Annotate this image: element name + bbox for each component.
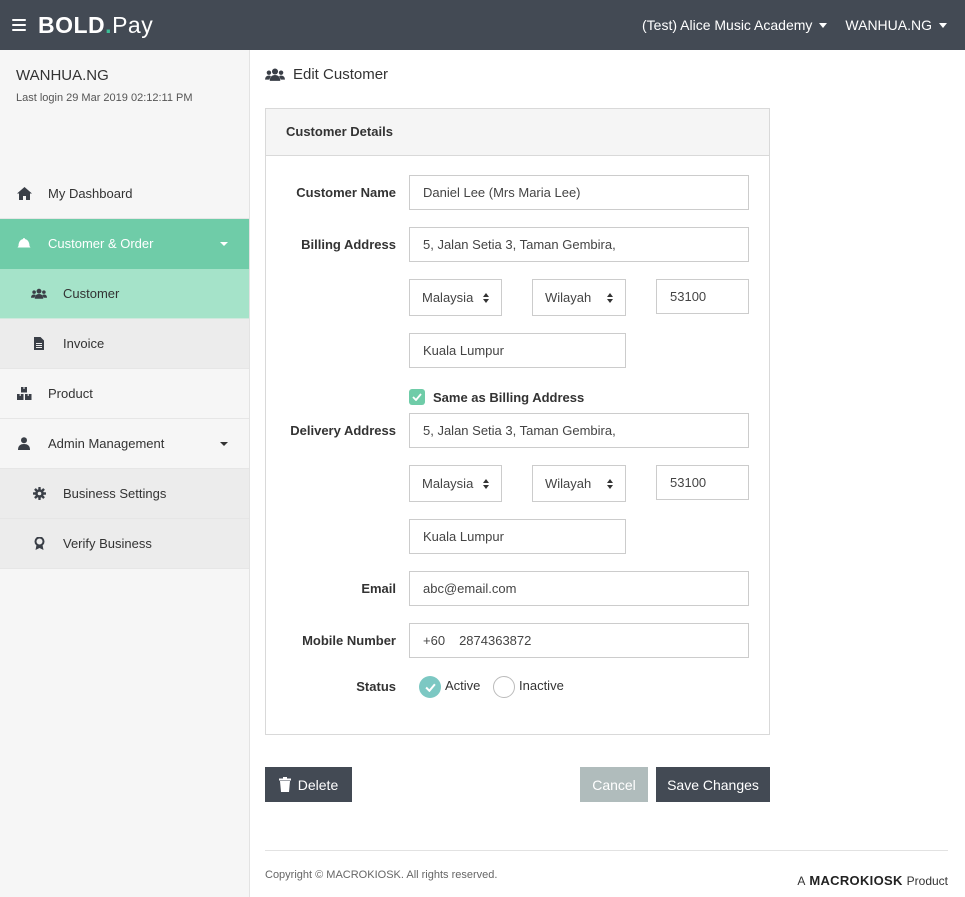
status-label: Status	[356, 679, 396, 694]
delivery-postcode-input[interactable]: 53100	[656, 465, 749, 500]
boldpay-logo[interactable]: BOLD. Pay	[38, 12, 153, 39]
organization-dropdown[interactable]: (Test) Alice Music Academy	[642, 17, 828, 33]
save-changes-button[interactable]: Save Changes	[656, 767, 770, 802]
trash-icon	[278, 777, 291, 792]
delivery-address-input[interactable]: 5, Jalan Setia 3, Taman Gembira,	[409, 413, 749, 448]
email-label: Email	[361, 581, 396, 596]
sidebar-item-verify-business[interactable]: Verify Business	[0, 519, 249, 569]
billing-address-label: Billing Address	[301, 237, 396, 252]
sidebar-item-product[interactable]: Product	[0, 369, 249, 419]
select-arrows-icon	[483, 478, 489, 489]
status-active-radio[interactable]	[419, 676, 441, 698]
delivery-state-select[interactable]: Wilayah	[532, 465, 626, 502]
last-login-text: Last login 29 Mar 2019 02:12:11 PM	[16, 92, 193, 104]
boxes-icon	[16, 386, 32, 402]
billing-country-select[interactable]: Malaysia	[409, 279, 502, 316]
users-icon	[31, 286, 47, 302]
gear-icon	[31, 486, 47, 502]
customer-name-input[interactable]: Daniel Lee (Mrs Maria Lee)	[409, 175, 749, 210]
macrokiosk-brand: A MACROKIOSK Product	[797, 873, 948, 888]
billing-address-input[interactable]: 5, Jalan Setia 3, Taman Gembira,	[409, 227, 749, 262]
billing-city-input[interactable]: Kuala Lumpur	[409, 333, 626, 368]
delivery-address-label: Delivery Address	[290, 423, 396, 438]
delivery-country-select[interactable]: Malaysia	[409, 465, 502, 502]
sidebar-user-block: WANHUA.NG Last login 29 Mar 2019 02:12:1…	[0, 50, 249, 169]
main-content: Edit Customer Customer Details Customer …	[250, 50, 965, 897]
footer-divider	[265, 850, 948, 851]
billing-postcode-input[interactable]: 53100	[656, 279, 749, 314]
cancel-button[interactable]: Cancel	[580, 767, 648, 802]
home-icon	[16, 186, 32, 202]
page-title: Edit Customer	[265, 66, 388, 83]
customer-name-label: Customer Name	[296, 185, 396, 200]
sidebar-item-invoice[interactable]: Invoice	[0, 319, 249, 369]
user-dropdown[interactable]: WANHUA.NG	[845, 17, 947, 33]
billing-state-select[interactable]: Wilayah	[532, 279, 626, 316]
users-icon	[265, 67, 285, 82]
select-arrows-icon	[483, 292, 489, 303]
mobile-country-code: +60	[423, 633, 446, 648]
chevron-down-icon	[220, 242, 228, 246]
mobile-number-value: 2874363872	[459, 633, 532, 648]
user-name: WANHUA.NG	[845, 17, 932, 33]
select-arrows-icon	[607, 292, 613, 303]
sidebar-item-customer[interactable]: Customer	[0, 269, 249, 319]
chevron-down-icon	[220, 442, 228, 446]
status-inactive-radio[interactable]	[493, 676, 515, 698]
sidebar-user-name: WANHUA.NG	[16, 67, 109, 84]
sidebar: WANHUA.NG Last login 29 Mar 2019 02:12:1…	[0, 50, 250, 897]
bell-icon	[16, 236, 32, 252]
sidebar-item-business-settings[interactable]: Business Settings	[0, 469, 249, 519]
mobile-number-label: Mobile Number	[302, 633, 396, 648]
same-as-billing-checkbox[interactable]	[409, 389, 425, 405]
caret-down-icon	[819, 22, 828, 28]
select-arrows-icon	[607, 478, 613, 489]
organization-name: (Test) Alice Music Academy	[642, 17, 813, 33]
mobile-number-input[interactable]: +60 2874363872	[409, 623, 749, 658]
customer-details-card: Customer Details Customer Name Daniel Le…	[265, 108, 770, 735]
card-title: Customer Details	[266, 109, 769, 156]
award-icon	[31, 536, 47, 552]
top-navbar: BOLD. Pay (Test) Alice Music Academy WANH…	[0, 0, 965, 50]
check-icon	[412, 393, 422, 401]
sidebar-item-admin-management[interactable]: Admin Management	[0, 419, 249, 469]
copyright-text: Copyright © MACROKIOSK. All rights reser…	[265, 869, 498, 881]
delete-button[interactable]: Delete	[265, 767, 352, 802]
macrokiosk-logo: MACROKIOSK	[809, 873, 903, 888]
same-as-billing-label: Same as Billing Address	[433, 390, 585, 405]
sidebar-item-customer-order[interactable]: Customer & Order	[0, 219, 249, 269]
hamburger-menu-icon[interactable]	[12, 19, 26, 31]
delivery-city-input[interactable]: Kuala Lumpur	[409, 519, 626, 554]
user-icon	[16, 436, 32, 452]
file-icon	[31, 336, 47, 352]
status-active-label: Active	[445, 678, 481, 693]
caret-down-icon	[939, 22, 947, 28]
status-inactive-label: Inactive	[519, 678, 564, 693]
email-input[interactable]: abc@email.com	[409, 571, 749, 606]
check-icon	[424, 683, 436, 692]
sidebar-item-my-dashboard[interactable]: My Dashboard	[0, 169, 249, 219]
